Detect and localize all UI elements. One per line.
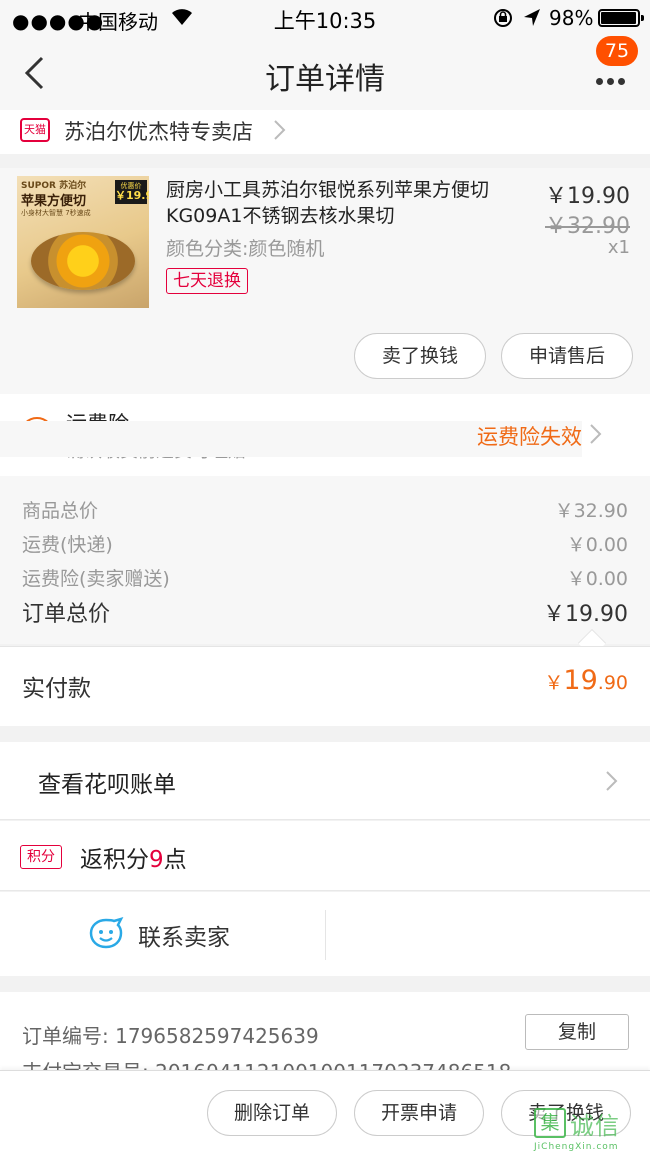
- summary-value: ￥0.00: [566, 534, 628, 556]
- summary-value: ￥0.00: [566, 568, 628, 590]
- shipping-insurance-row[interactable]: 险 运费险 确认收货前退货可理赔 运费险失效: [0, 394, 650, 476]
- summary-label: 商品总价: [22, 500, 99, 522]
- contact-seller-label: 联系卖家: [138, 925, 230, 951]
- store-row[interactable]: 天猫 苏泊尔优杰特专卖店: [0, 110, 650, 154]
- product-image[interactable]: SUPOR 苏泊尔 苹果方便切 小身材大智慧 7秒速成 优惠价￥19.9: [17, 176, 149, 308]
- battery-icon: [598, 9, 644, 27]
- invoice-request-button[interactable]: 开票申请: [354, 1090, 484, 1136]
- image-price-tag: 优惠价￥19.9: [115, 180, 149, 204]
- more-button[interactable]: [596, 70, 629, 89]
- watermark-logo: 集: [534, 1108, 566, 1138]
- order-info: 订单编号: 1796582597425639 支付宝交易号: 201604112…: [0, 992, 650, 1072]
- store-name: 苏泊尔优杰特专卖店: [64, 120, 253, 144]
- chevron-right-icon: [589, 423, 603, 449]
- price-summary: 商品总价 ￥32.90 运费(快递) ￥0.00 运费险(卖家赠送) ￥0.00…: [0, 476, 650, 658]
- summary-row: 运费(快递) ￥0.00: [22, 530, 628, 557]
- paid-amount: ￥19.90: [544, 665, 628, 696]
- paid-label: 实付款: [22, 676, 91, 702]
- apple-slicer-illustration: [31, 232, 135, 290]
- product-quantity: x1: [607, 237, 630, 258]
- points-tag: 积分: [20, 845, 62, 869]
- points-text: 返积分9点: [80, 847, 187, 873]
- more-dots-icon: [596, 78, 603, 85]
- status-bar: ●●●●● 中国移动 上午10:35 98%: [0, 0, 650, 36]
- product-title[interactable]: 厨房小工具苏泊尔银悦系列苹果方便切KG09A1不锈钢去核水果切: [166, 177, 536, 229]
- summary-row: 商品总价 ￥32.90: [22, 496, 628, 523]
- summary-value: ￥32.90: [554, 500, 628, 522]
- watermark-url: JiChengXin.com: [534, 1142, 619, 1152]
- rotation-lock-icon: [492, 7, 514, 33]
- product-card: SUPOR 苏泊尔 苹果方便切 小身材大智慧 7秒速成 优惠价￥19.9 厨房小…: [0, 168, 650, 394]
- image-subline: 小身材大智慧 7秒速成: [21, 209, 91, 217]
- tmall-logo-icon: 天猫: [20, 118, 50, 142]
- image-headline: 苹果方便切: [21, 194, 87, 209]
- insurance-status: 运费险失效: [0, 421, 582, 457]
- site-watermark: 集 诚信 JiChengXin.com: [532, 1108, 648, 1152]
- chevron-right-icon: [273, 119, 287, 145]
- order-number: 订单编号: 1796582597425639: [22, 1024, 319, 1048]
- product-original-price: ￥32.90: [545, 214, 630, 239]
- navigation-bar: 订单详情 75: [0, 36, 650, 110]
- delete-order-button[interactable]: 删除订单: [207, 1090, 337, 1136]
- product-price: ￥19.90: [545, 184, 630, 209]
- page-title: 订单详情: [265, 62, 385, 97]
- order-total-label: 订单总价: [22, 602, 111, 627]
- sell-for-cash-button[interactable]: 卖了换钱: [354, 333, 486, 379]
- apply-aftersale-button[interactable]: 申请售后: [501, 333, 633, 379]
- battery-percent: 98%: [549, 6, 594, 30]
- seven-day-return-tag: 七天退换: [166, 268, 248, 294]
- contact-seller-row[interactable]: 联系卖家: [0, 892, 650, 976]
- chat-face-icon: [88, 916, 124, 954]
- copy-button[interactable]: 复制: [525, 1014, 629, 1050]
- huabei-bill-row[interactable]: 查看花呗账单: [0, 742, 650, 820]
- order-total-value: ￥19.90: [543, 602, 628, 627]
- watermark-text: 诚信: [570, 1112, 620, 1140]
- chevron-right-icon: [605, 770, 619, 796]
- location-icon: [522, 7, 542, 33]
- points-row: 积分 返积分9点: [0, 821, 650, 891]
- paid-amount-row: 实付款 ￥19.90: [0, 646, 650, 726]
- summary-label: 运费险(卖家赠送): [22, 568, 170, 590]
- summary-row: 运费险(卖家赠送) ￥0.00: [22, 564, 628, 591]
- product-sku: 颜色分类:颜色随机: [166, 238, 325, 260]
- message-badge: 75: [596, 36, 638, 66]
- huabei-label: 查看花呗账单: [38, 772, 176, 798]
- order-total-row: 订单总价 ￥19.90: [22, 596, 628, 628]
- divider: [325, 910, 326, 960]
- summary-label: 运费(快递): [22, 534, 113, 556]
